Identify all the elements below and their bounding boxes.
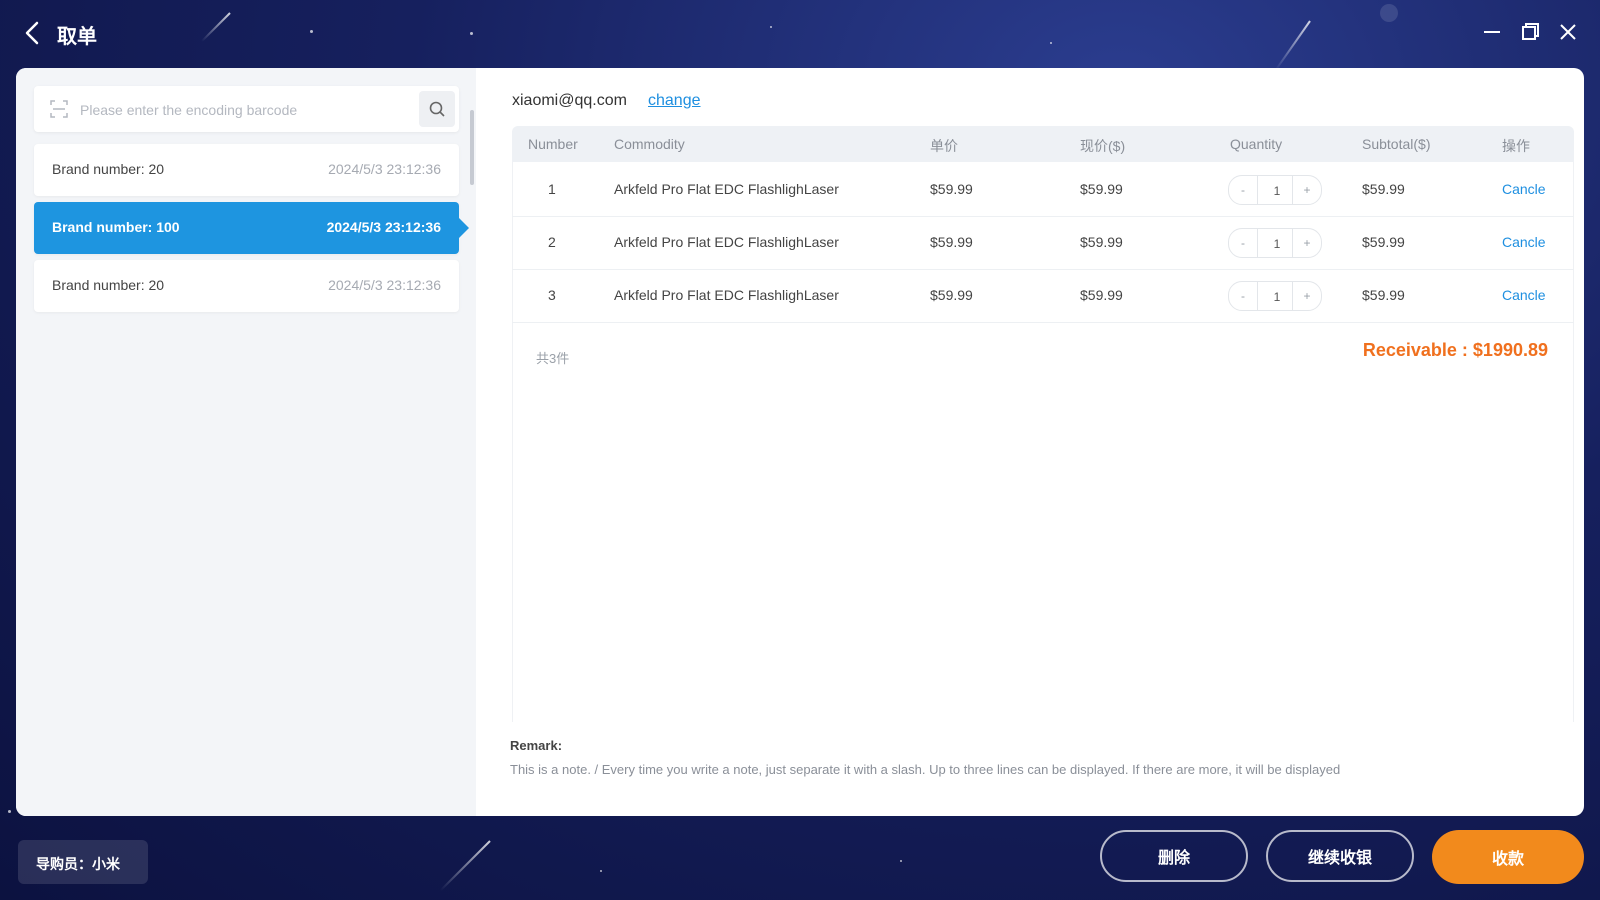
row-number: 1 bbox=[548, 181, 556, 197]
order-list-item-selected[interactable]: Brand number: 100 2024/5/3 23:12:36 bbox=[34, 202, 469, 254]
order-time: 2024/5/3 23:12:36 bbox=[328, 161, 441, 177]
row-subtotal: $59.99 bbox=[1362, 181, 1405, 197]
close-button[interactable] bbox=[1554, 18, 1582, 46]
row-subtotal: $59.99 bbox=[1362, 287, 1405, 303]
order-list-item[interactable]: Brand number: 20 2024/5/3 23:12:36 bbox=[34, 260, 459, 312]
quantity-input[interactable] bbox=[1258, 284, 1296, 310]
quantity-increment-button[interactable]: + bbox=[1292, 229, 1321, 257]
delete-button[interactable]: 删除 bbox=[1100, 830, 1248, 882]
column-header-subtotal: Subtotal($) bbox=[1362, 136, 1431, 152]
remark-label: Remark: bbox=[510, 738, 563, 753]
quantity-stepper: - + bbox=[1228, 175, 1322, 205]
star-decoration bbox=[8, 810, 11, 813]
main-panel: Brand number: 20 2024/5/3 23:12:36 Brand… bbox=[16, 68, 1584, 816]
column-header-quantity: Quantity bbox=[1230, 136, 1283, 152]
row-number: 2 bbox=[548, 234, 556, 250]
quantity-decrement-button[interactable]: - bbox=[1229, 176, 1258, 204]
quantity-decrement-button[interactable]: - bbox=[1229, 229, 1258, 257]
restore-button[interactable] bbox=[1516, 18, 1544, 46]
cancel-item-link[interactable]: Cancle bbox=[1502, 234, 1546, 250]
row-subtotal: $59.99 bbox=[1362, 234, 1405, 250]
quantity-input[interactable] bbox=[1258, 178, 1296, 204]
quantity-increment-button[interactable]: + bbox=[1292, 282, 1321, 310]
column-header-unit-price: 单价 bbox=[930, 138, 958, 154]
order-list-pane: Brand number: 20 2024/5/3 23:12:36 Brand… bbox=[16, 68, 476, 816]
receivable-total: Receivable : $1990.89 bbox=[1362, 340, 1548, 360]
row-unit-price: $59.99 bbox=[930, 181, 973, 197]
change-customer-link[interactable]: change bbox=[648, 92, 701, 110]
order-time: 2024/5/3 23:12:36 bbox=[328, 277, 441, 293]
barcode-search-input[interactable] bbox=[78, 94, 402, 126]
quantity-decrement-button[interactable]: - bbox=[1229, 282, 1258, 310]
search-button[interactable] bbox=[419, 91, 455, 127]
customer-email: xiaomi@qq.com bbox=[512, 92, 627, 109]
search-icon bbox=[429, 101, 445, 117]
operator-badge: 导购员：小米 bbox=[18, 840, 148, 884]
collect-payment-button[interactable]: 收款 bbox=[1432, 830, 1584, 884]
row-current-price: $59.99 bbox=[1080, 287, 1123, 303]
barcode-search-box bbox=[34, 86, 459, 132]
order-detail-pane: xiaomi@qq.com change Number Commodity 单价… bbox=[492, 68, 1584, 816]
minimize-button[interactable] bbox=[1478, 18, 1506, 46]
column-header-commodity: Commodity bbox=[614, 136, 685, 152]
window-title: 取单 bbox=[57, 26, 97, 48]
star-decoration bbox=[600, 870, 602, 872]
quantity-stepper: - + bbox=[1228, 228, 1322, 258]
table-row: 3 Arkfeld Pro Flat EDC FlashlighLaser $5… bbox=[512, 269, 1574, 323]
row-commodity: Arkfeld Pro Flat EDC FlashlighLaser bbox=[614, 287, 839, 303]
column-header-number: Number bbox=[528, 136, 578, 152]
item-count: 共3件 bbox=[536, 351, 570, 366]
barcode-scan-icon bbox=[50, 100, 68, 118]
row-current-price: $59.99 bbox=[1080, 234, 1123, 250]
row-commodity: Arkfeld Pro Flat EDC FlashlighLaser bbox=[614, 181, 839, 197]
title-bar: 取单 bbox=[0, 0, 1600, 66]
table-row: 1 Arkfeld Pro Flat EDC FlashlighLaser $5… bbox=[512, 163, 1574, 217]
order-brand-number: Brand number: 20 bbox=[52, 161, 165, 177]
continue-checkout-button[interactable]: 继续收银 bbox=[1266, 830, 1414, 882]
order-brand-number: Brand number: 20 bbox=[52, 277, 165, 293]
order-time: 2024/5/3 23:12:36 bbox=[326, 219, 441, 235]
quantity-input[interactable] bbox=[1258, 231, 1296, 257]
order-list-scrollbar[interactable] bbox=[470, 110, 474, 185]
row-unit-price: $59.99 bbox=[930, 234, 973, 250]
restore-icon bbox=[1522, 23, 1539, 40]
quantity-stepper: - + bbox=[1228, 281, 1322, 311]
row-commodity: Arkfeld Pro Flat EDC FlashlighLaser bbox=[614, 234, 839, 250]
operator-name: 导购员：小米 bbox=[36, 856, 120, 872]
remark-text: This is a note. / Every time you write a… bbox=[510, 762, 1341, 777]
quantity-increment-button[interactable]: + bbox=[1292, 176, 1321, 204]
order-list-item[interactable]: Brand number: 20 2024/5/3 23:12:36 bbox=[34, 144, 459, 196]
column-header-current-price: 现价($) bbox=[1080, 138, 1126, 154]
star-decoration bbox=[900, 860, 902, 862]
back-button[interactable] bbox=[20, 18, 46, 48]
minimize-icon bbox=[1484, 31, 1500, 33]
cancel-item-link[interactable]: Cancle bbox=[1502, 181, 1546, 197]
close-icon bbox=[1560, 24, 1576, 40]
chevron-left-icon bbox=[25, 21, 39, 45]
table-row: 2 Arkfeld Pro Flat EDC FlashlighLaser $5… bbox=[512, 216, 1574, 270]
row-current-price: $59.99 bbox=[1080, 181, 1123, 197]
row-number: 3 bbox=[548, 287, 556, 303]
shooting-star-decoration bbox=[439, 840, 491, 892]
row-unit-price: $59.99 bbox=[930, 287, 973, 303]
order-brand-number: Brand number: 100 bbox=[52, 219, 180, 235]
table-header: Number Commodity 单价 现价($) Quantity Subto… bbox=[512, 126, 1574, 162]
cancel-item-link[interactable]: Cancle bbox=[1502, 287, 1546, 303]
column-header-action: 操作 bbox=[1502, 138, 1530, 154]
